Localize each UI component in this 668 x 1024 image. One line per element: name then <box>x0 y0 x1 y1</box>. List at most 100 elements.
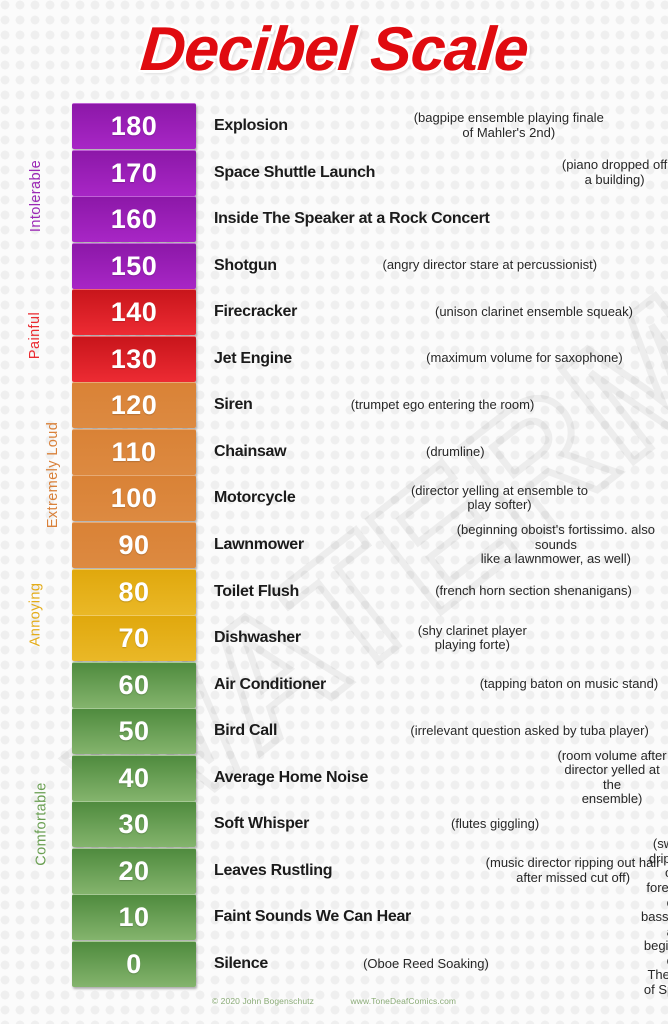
row-text-group: Space Shuttle Launch (piano dropped off a… <box>214 150 668 196</box>
row-text-group: Inside The Speaker at a Rock Concert(tro… <box>214 196 668 242</box>
sound-source-name: Chainsaw <box>214 442 287 460</box>
decibel-bar: 20 <box>72 847 196 894</box>
decibel-value: 110 <box>111 436 157 467</box>
sound-source-description: (trumpet ego entering the room) <box>350 397 535 413</box>
decibel-bar: 160 <box>72 196 196 243</box>
decibel-row: 140 Firecracker (unison clarinet ensemble … <box>0 289 668 336</box>
sound-source-description: (shy clarinet player playing forte) <box>417 622 527 653</box>
decibel-bar: 90 <box>72 521 196 568</box>
row-text-group: Siren (trumpet ego entering the room) <box>214 382 668 428</box>
decibel-bar: 60 <box>72 661 196 708</box>
sound-source-description: (drumline) <box>426 443 485 459</box>
row-text-group: Jet Engine (maximum volume for saxophone) <box>214 336 668 382</box>
decibel-bar: 50 <box>72 708 196 755</box>
sound-source-name: Space Shuttle Launch <box>214 163 376 181</box>
decibel-row: 60 Air Conditioner (tapping baton on music… <box>0 661 668 708</box>
sound-source-description: (beginning oboist's fortissimo. also sou… <box>456 522 656 567</box>
sound-source-name: Toilet Flush <box>214 582 299 600</box>
decibel-bar: 40 <box>72 754 196 801</box>
decibel-value: 130 <box>110 343 158 374</box>
row-text-group: Toilet Flush (french horn section shenani… <box>214 569 668 615</box>
sound-source-description: (unison clarinet ensemble squeak) <box>435 303 633 319</box>
row-text-group: Silence (Oboe Reed Soaking) <box>214 941 668 987</box>
decibel-value: 150 <box>110 250 158 281</box>
decibel-row: 90 Lawnmower (beginning oboist's fortissim… <box>0 521 668 568</box>
row-text-group: Motorcycle (director yelling at ensemble … <box>214 475 668 521</box>
decibel-row: 80 Toilet Flush (french horn section shena… <box>0 568 668 615</box>
decibel-row: 150 Shotgun (angry director stare at percu… <box>0 242 668 289</box>
row-text-group: Explosion (bagpipe ensemble playing final… <box>214 103 668 149</box>
decibel-row: 110 Chainsaw (drumline) <box>0 428 668 475</box>
decibel-value: 80 <box>118 576 150 607</box>
sound-source-description: (room volume after director yelled at th… <box>557 747 667 807</box>
row-text-group: Chainsaw (drumline) <box>214 429 668 475</box>
decibel-value: 180 <box>110 111 158 141</box>
sound-source-name: Dishwasher <box>214 629 301 647</box>
sound-source-description: (irrelevant question asked by tuba playe… <box>410 722 649 738</box>
decibel-value: 120 <box>110 390 158 421</box>
decibel-bar: 120 <box>72 382 196 429</box>
decibel-bar: 150 <box>72 242 196 289</box>
decibel-row: 180 Explosion (bagpipe ensemble playing fi… <box>0 103 668 149</box>
sound-source-description: (angry director stare at percussionist) <box>382 257 598 273</box>
row-text-group: Soft Whisper (flutes giggling) <box>214 801 668 847</box>
row-text-group: Leaves Rustling (music director ripping o… <box>214 848 668 894</box>
decibel-bar: 140 <box>72 289 196 336</box>
decibel-row: 130 Jet Engine (maximum volume for saxopho… <box>0 335 668 382</box>
sound-source-name: Air Conditioner <box>214 675 326 693</box>
decibel-bar: 170 <box>72 149 196 196</box>
sound-source-description: (Oboe Reed Soaking) <box>363 955 489 971</box>
sound-source-description: (tapping baton on music stand) <box>479 676 659 692</box>
decibel-bar: 10 <box>72 894 196 941</box>
decibel-row: 70 Dishwasher (shy clarinet player playing… <box>0 615 668 662</box>
decibel-value: 50 <box>118 716 150 747</box>
decibel-value: 0 <box>126 948 142 979</box>
sound-source-description: (bagpipe ensemble playing finale of Mahl… <box>413 110 604 140</box>
sound-source-name: Motorcycle <box>214 489 296 507</box>
sound-source-name: Siren <box>214 396 253 414</box>
sound-source-name: Faint Sounds We Can Hear <box>214 908 411 926</box>
row-text-group: Firecracker (unison clarinet ensemble squ… <box>214 289 668 335</box>
sound-source-description: (maximum volume for saxophone) <box>426 350 623 366</box>
row-text-group: Average Home Noise (room volume after dir… <box>214 748 668 806</box>
sound-source-name: Inside The Speaker at a Rock Concert <box>214 210 490 228</box>
row-text-group: Air Conditioner (tapping baton on music s… <box>214 662 668 708</box>
decibel-bar: 180 <box>72 103 196 149</box>
sound-source-name: Jet Engine <box>214 349 292 367</box>
sound-source-description: (piano dropped off a building) <box>561 157 668 187</box>
decibel-bar: 70 <box>72 615 196 662</box>
decibel-row: 30 Soft Whisper (flutes giggling) <box>0 801 668 848</box>
decibel-bar: 30 <box>72 801 196 848</box>
sound-source-description: (music director ripping out hair after m… <box>485 855 661 885</box>
sound-source-name: Average Home Noise <box>214 768 369 786</box>
decibel-value: 170 <box>110 157 158 188</box>
footer: © 2020 John Bogenschutz www.ToneDeafComi… <box>0 996 668 1006</box>
decibel-value: 140 <box>110 297 158 328</box>
decibel-row: 20 Leaves Rustling (music director ripping… <box>0 847 668 894</box>
decibel-value: 90 <box>118 529 150 560</box>
sound-source-description: (director yelling at ensemble to play so… <box>410 482 588 513</box>
decibel-bar: 0 <box>72 940 196 987</box>
footer-website[interactable]: www.ToneDeafComics.com <box>350 996 456 1006</box>
page-title-text: Decibel Scale <box>137 15 531 84</box>
sound-source-description: (french horn section shenanigans) <box>435 583 632 599</box>
decibel-value: 70 <box>118 623 150 654</box>
decibel-value: 60 <box>118 669 150 700</box>
decibel-value: 160 <box>110 204 158 235</box>
decibel-row: 170 Space Shuttle Launch (piano dropped of… <box>0 149 668 196</box>
decibel-value: 30 <box>118 809 150 840</box>
decibel-row: 120 Siren (trumpet ego entering the room) <box>0 382 668 429</box>
sound-source-name: Silence <box>214 954 268 972</box>
decibel-bar: 100 <box>72 475 196 522</box>
sound-source-name: Bird Call <box>214 722 278 740</box>
decibel-value: 10 <box>118 902 150 933</box>
sound-source-name: Explosion <box>214 117 288 134</box>
row-text-group: Dishwasher (shy clarinet player playing f… <box>214 615 668 661</box>
decibel-row: 40 Average Home Noise (room volume after d… <box>0 748 668 806</box>
decibel-value: 100 <box>110 483 158 514</box>
decibel-bar: 130 <box>72 335 196 382</box>
sound-source-name: Firecracker <box>214 303 297 321</box>
sound-source-description: (flutes giggling) <box>451 815 540 831</box>
decibel-bar: 80 <box>72 568 196 615</box>
decibel-row: 0 Silence (Oboe Reed Soaking) <box>0 940 668 987</box>
